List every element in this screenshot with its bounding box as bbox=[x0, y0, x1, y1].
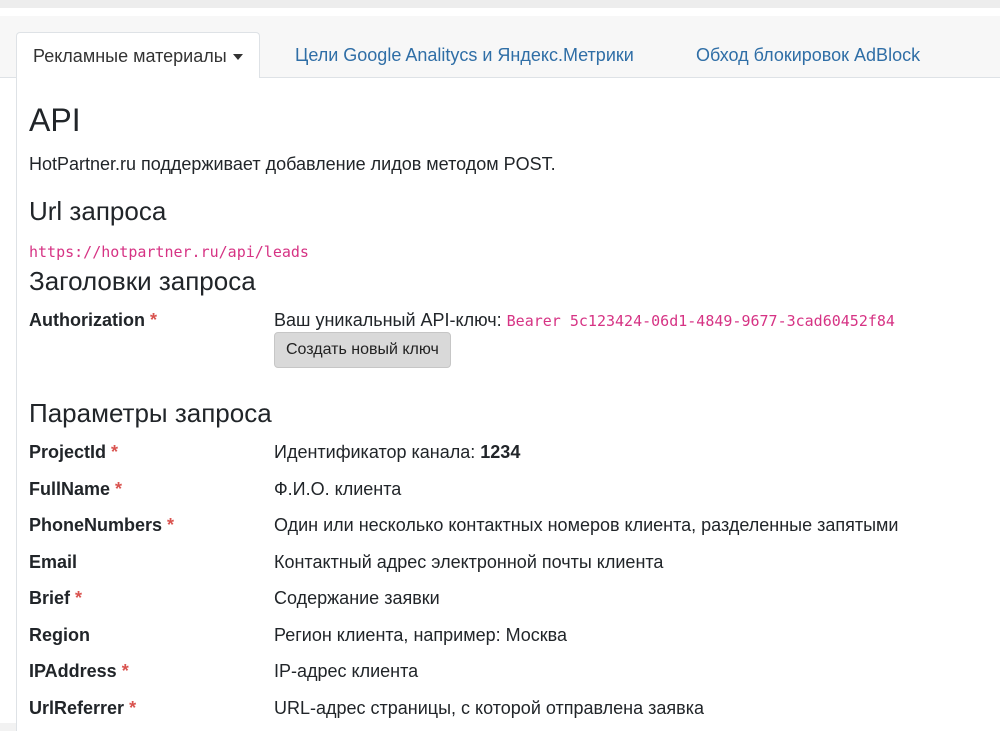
chevron-down-icon bbox=[232, 54, 243, 61]
param-description: Один или несколько контактных номеров кл… bbox=[274, 515, 899, 535]
tab-adblock-bypass-label: Обход блокировок AdBlock bbox=[696, 45, 921, 65]
api-key: Bearer 5c123424-06d1-4849-9677-3cad60452… bbox=[506, 312, 895, 330]
tab-ad-materials[interactable]: Рекламные материалы bbox=[16, 32, 260, 79]
page-frame: Рекламные материалы Цели Google Analityc… bbox=[0, 0, 1000, 731]
param-name: Brief * bbox=[29, 588, 83, 608]
param-value: 1234 bbox=[480, 442, 521, 462]
required-marker: * bbox=[150, 310, 158, 330]
params-heading: Параметры запроса bbox=[29, 398, 272, 428]
tab-ad-materials-label: Рекламные материалы bbox=[33, 46, 227, 66]
url-heading: Url запроса bbox=[29, 196, 167, 226]
required-marker: * bbox=[129, 698, 137, 718]
param-name: UrlReferrer * bbox=[29, 698, 137, 718]
param-name: Authorization * bbox=[29, 310, 158, 330]
api-url: https://hotpartner.ru/api/leads bbox=[29, 243, 309, 261]
param-description: URL-адрес страницы, с которой отправлена… bbox=[274, 698, 704, 718]
param-name: PhoneNumbers * bbox=[29, 515, 175, 535]
param-description: Идентификатор канала: 1234 bbox=[274, 442, 521, 462]
param-name: ProjectId * bbox=[29, 442, 119, 462]
param-name: FullName * bbox=[29, 479, 123, 499]
headers-heading: Заголовки запроса bbox=[29, 266, 256, 296]
tab-adblock-bypass[interactable]: Обход блокировок AdBlock bbox=[680, 32, 936, 78]
tab-bar: Рекламные материалы Цели Google Analityc… bbox=[0, 16, 1000, 79]
required-marker: * bbox=[75, 588, 83, 608]
create-new-key-button[interactable]: Создать новый ключ bbox=[274, 332, 451, 368]
required-marker: * bbox=[111, 442, 119, 462]
required-marker: * bbox=[167, 515, 175, 535]
param-name: IPAddress * bbox=[29, 661, 129, 681]
param-description: Контактный адрес электронной почты клиен… bbox=[274, 552, 664, 572]
intro-text: HotPartner.ru поддерживает добавление ли… bbox=[29, 154, 556, 174]
tab-analytics-goals-label: Цели Google Analitycs и Яндекс.Метрики bbox=[295, 45, 634, 65]
param-description: Регион клиента, например: Москва bbox=[274, 625, 568, 645]
required-marker: * bbox=[121, 661, 129, 681]
param-name: Region bbox=[29, 625, 90, 645]
tab-analytics-goals[interactable]: Цели Google Analitycs и Яндекс.Метрики bbox=[279, 32, 650, 78]
param-description: Содержание заявки bbox=[274, 588, 440, 608]
auth-description: Ваш уникальный API-ключ: Bearer 5c123424… bbox=[274, 310, 895, 330]
param-description: IP-адрес клиента bbox=[274, 661, 419, 681]
param-name: Email bbox=[29, 552, 78, 572]
required-marker: * bbox=[115, 479, 123, 499]
param-description: Ф.И.О. клиента bbox=[274, 479, 402, 499]
page-title: API bbox=[29, 102, 81, 138]
tab-panel: API HotPartner.ru поддерживает добавлени… bbox=[16, 78, 1000, 731]
